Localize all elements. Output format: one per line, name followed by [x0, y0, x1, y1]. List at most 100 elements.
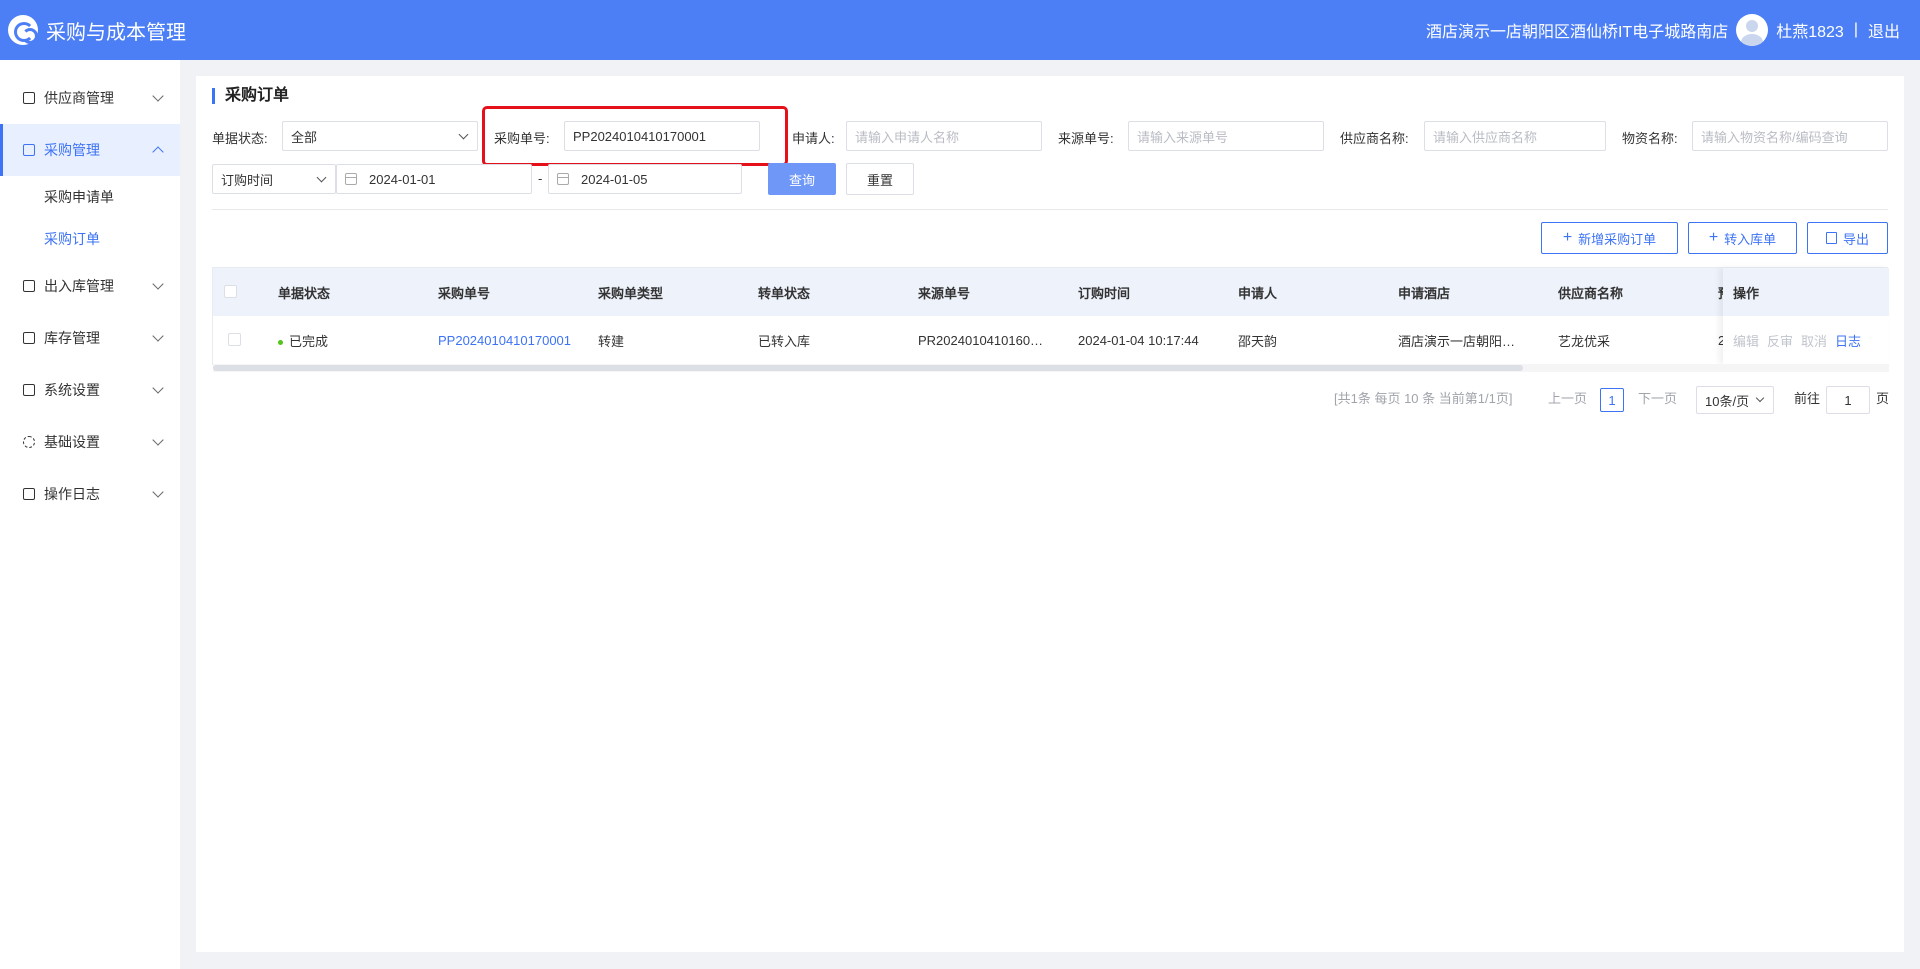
page-number-current[interactable]: 1: [1600, 388, 1624, 412]
time-type-select[interactable]: 订购时间: [212, 164, 336, 194]
row-checkbox[interactable]: [228, 333, 241, 346]
new-order-label: 新增采购订单: [1578, 231, 1657, 247]
query-button[interactable]: 查询: [768, 163, 836, 195]
new-order-button[interactable]: + 新增采购订单: [1541, 222, 1678, 254]
applicant-label: 申请人:: [792, 131, 835, 146]
chevron-down-icon: [458, 129, 469, 140]
order-time-cell: 2024-01-04 10:17:44: [1078, 332, 1199, 348]
source-no-cell: PR2024010410160…: [918, 332, 1044, 348]
user-name[interactable]: 杜燕1823: [1776, 18, 1844, 42]
date-start-input[interactable]: 2024-01-01: [336, 164, 532, 194]
date-end-input[interactable]: 2024-01-05: [548, 164, 742, 194]
sidebar-item-inventory[interactable]: 库存管理: [0, 312, 180, 364]
chevron-down-icon: [1755, 393, 1765, 403]
calendar-icon: [557, 173, 569, 185]
date-separator: -: [538, 171, 543, 186]
edit-link[interactable]: 编辑: [1733, 331, 1759, 350]
column-header[interactable]: 采购单类型: [598, 283, 663, 302]
column-header[interactable]: 采购单号: [438, 283, 490, 302]
scrollbar-thumb[interactable]: [213, 365, 1523, 371]
top-header: 采购与成本管理 酒店演示一店朝阳区酒仙桥IT电子城路南店 杜燕1823 | 退出: [0, 0, 1920, 60]
column-header[interactable]: 申请人: [1238, 283, 1277, 302]
chevron-down-icon: [152, 434, 164, 446]
inout-icon: [22, 279, 36, 293]
supplier-cell: 艺龙优采: [1558, 333, 1611, 349]
supplier-input[interactable]: 请输入供应商名称: [1424, 121, 1606, 151]
main-panel: 采购订单 单据状态: 全部 采购单号: PP2024010410170001 申…: [196, 76, 1904, 952]
column-header[interactable]: 供应商名称: [1558, 283, 1623, 302]
log-link[interactable]: 日志: [1835, 331, 1861, 350]
sidebar-subitem-purchase-order[interactable]: 采购订单: [0, 218, 180, 260]
source-no-input[interactable]: 请输入来源单号: [1128, 121, 1324, 151]
to-stock-label: 转入库单: [1724, 231, 1777, 247]
column-header[interactable]: 申请酒店: [1398, 283, 1450, 302]
material-label: 物资名称:: [1622, 131, 1678, 146]
status-select-value: 全部: [291, 129, 318, 145]
supplier-label: 供应商名称:: [1340, 131, 1409, 146]
status-text: 已完成: [289, 333, 329, 349]
source-no-label: 来源单号:: [1058, 131, 1114, 146]
sidebar: 供应商管理 采购管理 采购申请单 采购订单 出入库管理 库存管理 系统设置 基础…: [0, 60, 180, 969]
unapprove-link[interactable]: 反审: [1767, 331, 1793, 350]
column-header[interactable]: 订购时间: [1078, 283, 1130, 302]
sidebar-item-label: 系统设置: [44, 382, 100, 398]
goto-label: 前往: [1794, 391, 1821, 406]
row-actions: 编辑 反审 取消 日志: [1723, 316, 1889, 364]
status-select[interactable]: 全部: [282, 121, 478, 151]
applicant-input[interactable]: 请输入申请人名称: [846, 121, 1042, 151]
export-button[interactable]: 导出: [1807, 222, 1888, 254]
plus-icon: +: [1708, 229, 1719, 246]
save-icon: [1825, 232, 1837, 244]
supplier-icon: [22, 91, 36, 105]
export-label: 导出: [1842, 231, 1869, 247]
sidebar-item-inout[interactable]: 出入库管理: [0, 260, 180, 312]
plus-icon: +: [1562, 229, 1573, 246]
column-header[interactable]: 单据状态: [278, 283, 330, 302]
reset-button[interactable]: 重置: [846, 163, 914, 195]
column-header[interactable]: 转单状态: [758, 283, 810, 302]
sidebar-item-supplier[interactable]: 供应商管理: [0, 72, 180, 124]
sidebar-item-label: 出入库管理: [44, 278, 114, 294]
sidebar-item-purchase[interactable]: 采购管理: [0, 124, 180, 176]
sidebar-item-label: 库存管理: [44, 330, 100, 346]
chevron-down-icon: [152, 330, 164, 342]
goto-page-input[interactable]: 1: [1826, 386, 1870, 414]
divider: [212, 209, 1888, 210]
logo-icon: [8, 15, 38, 45]
sidebar-item-log[interactable]: 操作日志: [0, 468, 180, 520]
sidebar-item-label: 供应商管理: [44, 90, 114, 106]
page-size-select[interactable]: 10条/页: [1696, 386, 1774, 414]
next-page-button[interactable]: 下一页: [1638, 388, 1677, 407]
chevron-down-icon: [152, 382, 164, 394]
to-stock-button[interactable]: + 转入库单: [1688, 222, 1797, 254]
status-cell: 已完成: [278, 331, 328, 350]
sidebar-subitem-purchase-request[interactable]: 采购申请单: [0, 176, 180, 218]
user-area: 酒店演示一店朝阳区酒仙桥IT电子城路南店 杜燕1823 | 退出: [1426, 14, 1900, 46]
select-all-checkbox[interactable]: [224, 285, 237, 298]
order-no-link[interactable]: PP2024010410170001: [438, 333, 588, 348]
system-icon: [22, 383, 36, 397]
sidebar-item-system[interactable]: 系统设置: [0, 364, 180, 416]
logout-link[interactable]: 退出: [1868, 18, 1900, 42]
applicant-cell: 邵天韵: [1238, 333, 1278, 349]
chevron-down-icon: [152, 486, 164, 498]
highlight-box: [482, 106, 788, 166]
calendar-icon: [345, 173, 357, 185]
app-title: 采购与成本管理: [46, 21, 186, 44]
prev-page-button[interactable]: 上一页: [1548, 388, 1587, 407]
purchase-icon: [22, 143, 36, 157]
column-header: 操作: [1723, 268, 1889, 316]
column-header[interactable]: 来源单号: [918, 283, 970, 302]
cancel-link[interactable]: 取消: [1801, 331, 1827, 350]
material-input[interactable]: 请输入物资名称/编码查询: [1692, 121, 1888, 151]
store-name[interactable]: 酒店演示一店朝阳区酒仙桥IT电子城路南店: [1426, 18, 1728, 42]
avatar[interactable]: [1736, 14, 1769, 46]
table-header: 单据状态 采购单号 采购单类型 转单状态 来源单号 订购时间 申请人 申请酒店 …: [213, 268, 1887, 316]
table-row[interactable]: 已完成 PP2024010410170001 转建 已转入库 PR2024010…: [213, 316, 1887, 364]
time-type-value: 订购时间: [221, 172, 274, 188]
gear-icon: [22, 435, 36, 449]
pagination-summary: [共1条 每页 10 条 当前第1/1页]: [1334, 391, 1513, 406]
page-suffix: 页: [1876, 391, 1890, 406]
horizontal-scrollbar[interactable]: [213, 364, 1889, 372]
sidebar-item-basic[interactable]: 基础设置: [0, 416, 180, 468]
